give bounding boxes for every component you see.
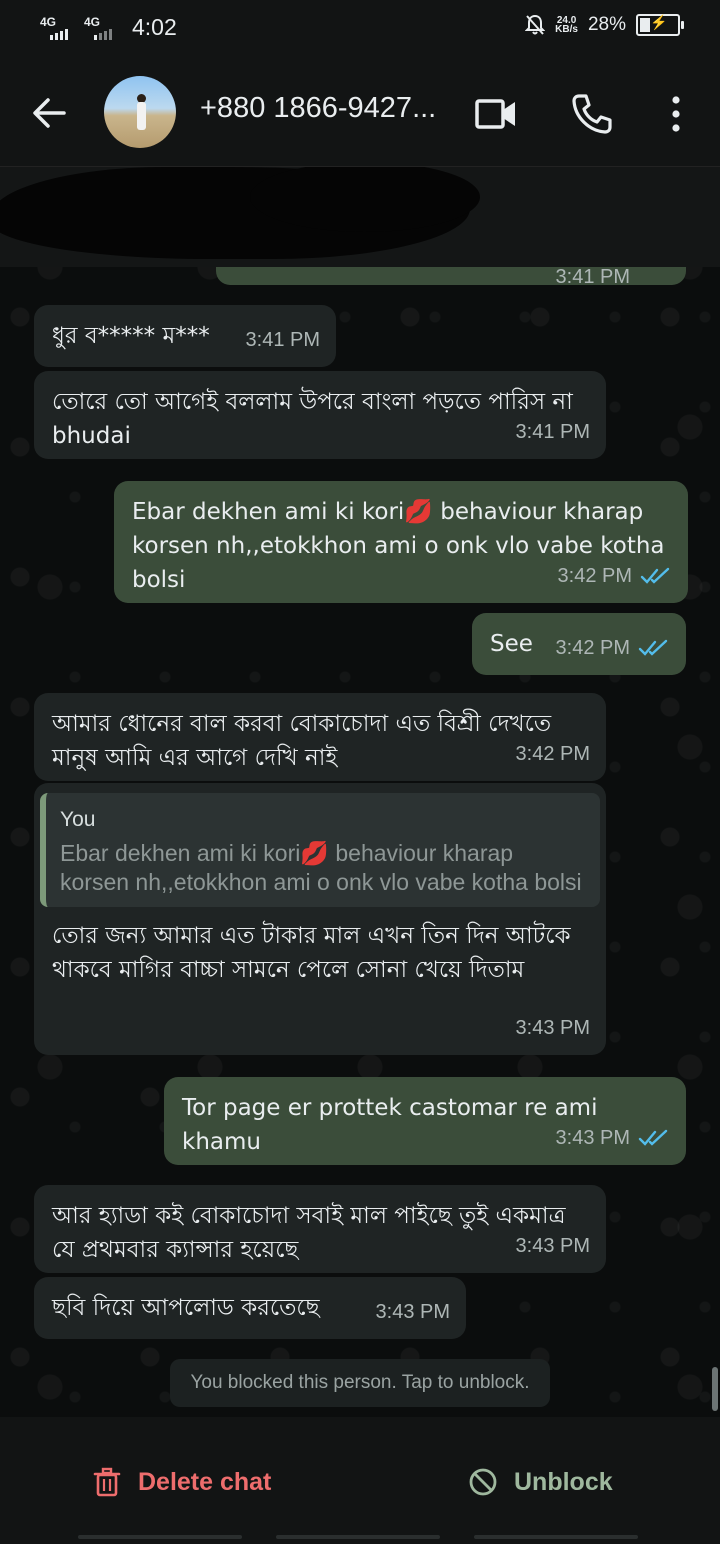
quoted-message[interactable]: You Ebar dekhen ami ki kori💋 behaviour k…: [40, 793, 600, 907]
back-arrow-icon[interactable]: [28, 92, 70, 134]
reply-message-bubble[interactable]: You Ebar dekhen ami ki kori💋 behaviour k…: [34, 783, 606, 1055]
video-call-icon[interactable]: [474, 92, 518, 136]
signal-1-icon: 4G: [40, 16, 76, 40]
read-receipt-icon: [638, 1129, 668, 1146]
read-receipt-icon: [638, 639, 668, 656]
battery-icon: ⚡: [636, 14, 684, 36]
message-text: See: [490, 631, 533, 657]
redacted-area: [0, 167, 720, 267]
unblock-label: Unblock: [514, 1467, 613, 1496]
signal-2-icon: 4G: [84, 16, 120, 40]
battery-percent: 28%: [587, 14, 626, 35]
message-bubble[interactable]: Tor page er prottek castomar re ami kham…: [164, 1077, 686, 1165]
message-list[interactable]: 3:41 PM ধুর ব***** ম*** 3:41 PM তোরে তো …: [0, 167, 720, 1417]
message-time: 3:42 PM: [555, 637, 630, 659]
block-icon: [469, 1468, 497, 1496]
contact-name[interactable]: +880 1866-9427...: [200, 92, 450, 125]
voice-call-icon[interactable]: [570, 92, 614, 136]
message-text: আমার ধোনের বাল করবা বোকাচোদা এত বিশ্রী দ…: [52, 711, 552, 771]
message-text: তোরে তো আগেই বললাম উপরে বাংলা পড়তে পারি…: [52, 389, 573, 449]
message-bubble[interactable]: ছবি দিয়ে আপলোড করতেছে 3:43 PM: [34, 1277, 466, 1339]
quote-text: Ebar dekhen ami ki kori💋 behaviour khara…: [60, 840, 582, 895]
message-bubble[interactable]: আর হ্যাডা কই বোকাচোদা সবাই মাল পাইছে তুই…: [34, 1185, 606, 1273]
delete-chat-button[interactable]: Delete chat: [92, 1467, 271, 1497]
blocked-actions-bar: Delete chat Unblock: [0, 1417, 720, 1544]
unblock-button[interactable]: Unblock: [468, 1467, 613, 1497]
chat-header: +880 1866-9427...: [0, 58, 720, 167]
message-time: 3:43 PM: [375, 1301, 450, 1323]
trash-icon: [93, 1467, 121, 1497]
delete-chat-label: Delete chat: [138, 1467, 272, 1496]
message-time: 3:43 PM: [515, 1017, 590, 1039]
network-type-2: 4G: [84, 14, 101, 29]
message-time: 3:41 PM: [515, 421, 590, 443]
message-text: Tor page er prottek castomar re ami kham…: [182, 1095, 598, 1155]
nav-hint-2: [276, 1535, 440, 1539]
message-time: 3:42 PM: [515, 743, 590, 765]
message-text: ধুর ব***** ম***: [52, 323, 210, 349]
message-bubble[interactable]: আমার ধোনের বাল করবা বোকাচোদা এত বিশ্রী দ…: [34, 693, 606, 781]
quote-author: You: [60, 808, 96, 831]
message-text: তোর জন্য আমার এত টাকার মাল এখন তিন দিন আ…: [52, 923, 571, 983]
net-speed-unit: KB/s: [555, 24, 578, 35]
blocked-notice[interactable]: You blocked this person. Tap to unblock.: [170, 1359, 550, 1407]
message-time: 3:41 PM: [245, 329, 320, 351]
dnd-bell-off-icon: [525, 14, 546, 35]
clock: 4:02: [132, 14, 177, 40]
read-receipt-icon: [640, 567, 670, 584]
network-type-1: 4G: [40, 14, 57, 29]
more-options-icon[interactable]: [654, 92, 698, 136]
nav-hint-1: [78, 1535, 242, 1539]
message-text: আর হ্যাডা কই বোকাচোদা সবাই মাল পাইছে তুই…: [52, 1203, 566, 1263]
nav-hint-3: [474, 1535, 638, 1539]
message-bubble[interactable]: Ebar dekhen ami ki kori💋 behaviour khara…: [114, 481, 688, 603]
net-speed: 24.0 KB/s: [555, 16, 578, 35]
message-time: 3:42 PM: [557, 565, 632, 587]
message-bubble[interactable]: See 3:42 PM: [472, 613, 686, 675]
partial-message-time: 3:41 PM: [555, 266, 630, 288]
message-text: ছবি দিয়ে আপলোড করতেছে: [52, 1295, 320, 1321]
status-bar: 4G 4G 4:02 24.0 KB/s 28% ⚡: [0, 0, 720, 58]
scrollbar-thumb[interactable]: [712, 1367, 718, 1411]
message-time: 3:43 PM: [515, 1235, 590, 1257]
message-bubble[interactable]: ধুর ব***** ম*** 3:41 PM: [34, 305, 336, 367]
contact-avatar[interactable]: [104, 76, 176, 148]
message-time: 3:43 PM: [555, 1127, 630, 1149]
message-bubble[interactable]: তোরে তো আগেই বললাম উপরে বাংলা পড়তে পারি…: [34, 371, 606, 459]
